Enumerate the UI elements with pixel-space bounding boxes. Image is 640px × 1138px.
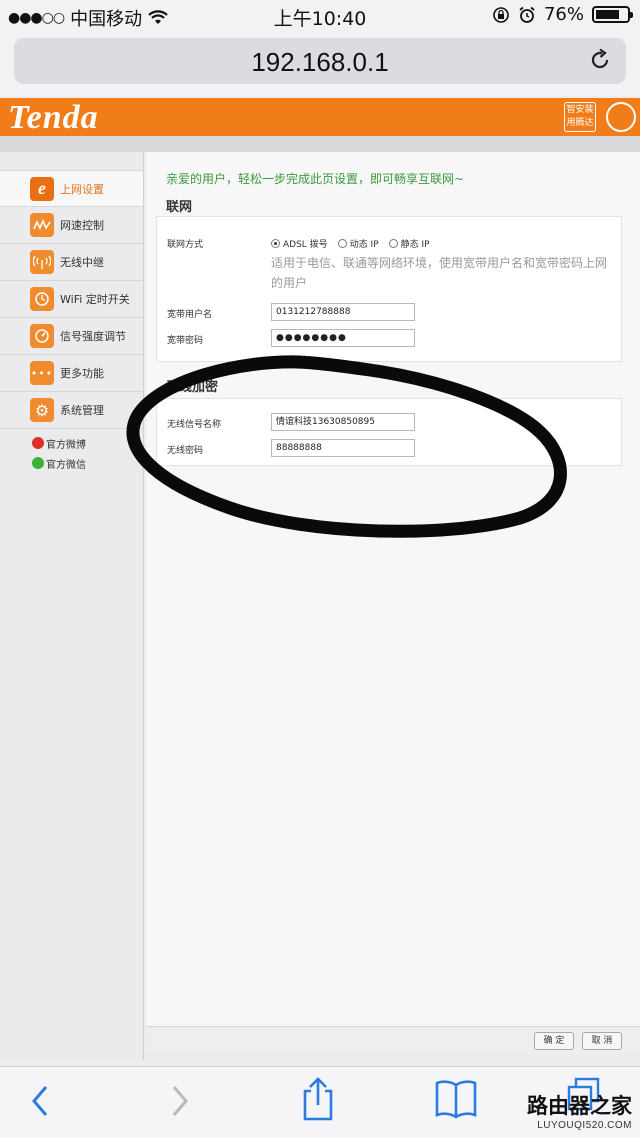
watermark-title: 路由器之家 xyxy=(527,1094,632,1118)
antenna-icon xyxy=(30,250,54,274)
alarm-icon xyxy=(519,6,535,23)
radio-dynamic-ip[interactable]: 动态 IP xyxy=(337,237,379,250)
sidebar-item-label: 更多功能 xyxy=(60,367,104,380)
battery-icon xyxy=(592,6,633,23)
radio-dynamic-label: 动态 IP xyxy=(349,240,379,250)
radio-adsl-circle[interactable] xyxy=(271,239,280,248)
internet-section-title: 联网 xyxy=(166,200,193,215)
broadband-username-input[interactable]: 0131212788888 xyxy=(271,303,415,321)
sidebar-item-label: 网速控制 xyxy=(60,219,104,232)
radio-adsl-label: ADSL 拨号 xyxy=(283,240,328,250)
sidebar-item-label: 系统管理 xyxy=(60,404,104,417)
main-content: 亲爱的用户，轻松一步完成此页设置，即可畅享互联网~ 联网 联网方式 ADSL 拨… xyxy=(146,152,640,1026)
share-icon[interactable] xyxy=(300,1075,336,1123)
form-footer: 确 定 取 消 xyxy=(146,1026,640,1054)
rotation-lock-icon xyxy=(493,6,509,23)
back-icon[interactable] xyxy=(28,1081,52,1121)
radio-adsl[interactable]: ADSL 拨号 xyxy=(271,237,328,250)
forward-icon[interactable] xyxy=(168,1081,192,1121)
tenda-logo: Tenda xyxy=(8,99,99,136)
radio-dynamic-circle[interactable] xyxy=(337,239,347,248)
username-label: 宽带用户名 xyxy=(167,310,213,320)
more-dots-icon: ••• xyxy=(30,361,54,385)
status-right: 76% xyxy=(492,4,633,25)
connection-mode-radios: ADSL 拨号 动态 IP 静态 IP xyxy=(271,237,430,250)
sidebar-item-speed-control[interactable]: 网速控制 xyxy=(0,207,143,244)
greeting-text: 亲爱的用户，轻松一步完成此页设置，即可畅享互联网~ xyxy=(166,172,465,186)
install-badge: 智安装 用腾达 xyxy=(564,102,596,132)
battery-percent: 76% xyxy=(543,4,584,25)
sidebar-item-internet-setup[interactable]: e 上网设置 xyxy=(0,170,143,207)
radio-static-label: 静态 IP xyxy=(400,240,430,250)
hand-drawn-circle-annotation xyxy=(126,355,567,538)
sidebar-item-wifi-timer[interactable]: WiFi 定时开关 xyxy=(0,281,143,318)
sidebar-item-label: 无线中继 xyxy=(60,256,104,269)
weibo-icon xyxy=(32,437,44,449)
router-header: Tenda 智安装 用腾达 xyxy=(0,98,640,136)
sidebar-item-label: WiFi 定时开关 xyxy=(60,293,130,306)
watermark-url: LUYOUQI520.COM xyxy=(537,1120,632,1131)
gear-icon: ⚙ xyxy=(30,398,54,422)
connection-mode-label: 联网方式 xyxy=(167,240,204,250)
wechat-label: 官方微信 xyxy=(46,459,86,471)
radio-static-circle[interactable] xyxy=(388,239,398,248)
ok-button[interactable]: 确 定 xyxy=(534,1032,574,1050)
sidebar: e 上网设置 网速控制 无线中继 WiFi 定时开关 信号强度调节 ••• 更多… xyxy=(0,152,144,1060)
adsl-hint-text: 适用于电信、联通等网络环境，使用宽带用户名和宽带密码上网的用户 xyxy=(271,256,608,290)
internet-e-icon: e xyxy=(30,176,54,201)
wechat-icon xyxy=(32,457,44,469)
reload-icon[interactable] xyxy=(588,48,612,72)
sub-header-bar xyxy=(0,136,640,152)
sidebar-item-label: 信号强度调节 xyxy=(60,330,126,343)
clock-icon xyxy=(30,287,54,311)
site-watermark: 路由器之家 LUYOUQI520.COM xyxy=(527,1090,632,1131)
speed-wave-icon xyxy=(30,213,54,237)
brand-seal-icon xyxy=(606,102,636,132)
bookmarks-icon[interactable] xyxy=(434,1079,478,1119)
sidebar-item-wireless-relay[interactable]: 无线中继 xyxy=(0,244,143,281)
url-text[interactable]: 192.168.0.1 xyxy=(14,47,626,78)
signal-dial-icon xyxy=(30,324,54,348)
browser-address-area: 192.168.0.1 xyxy=(0,32,640,96)
radio-static-ip[interactable]: 静态 IP xyxy=(388,237,430,250)
sidebar-item-label: 上网设置 xyxy=(60,182,104,196)
cancel-button[interactable]: 取 消 xyxy=(582,1032,622,1050)
address-bar[interactable]: 192.168.0.1 xyxy=(14,38,626,84)
status-bar: ●●●○○ 中国移动 上午10:40 76% xyxy=(0,0,640,32)
weibo-label: 官方微博 xyxy=(46,439,86,451)
